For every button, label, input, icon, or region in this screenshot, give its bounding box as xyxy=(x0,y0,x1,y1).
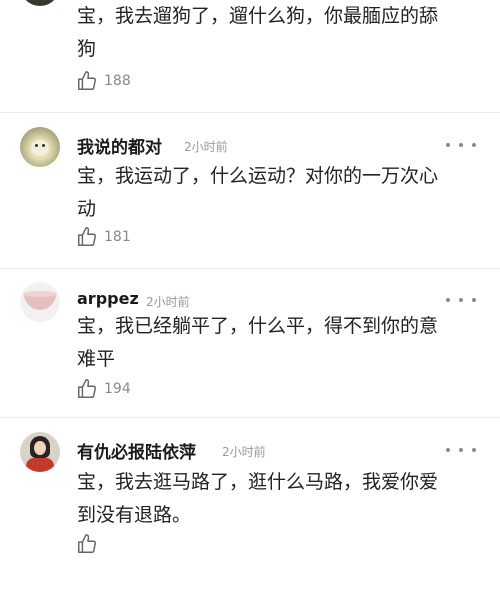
comment-text-line2: 狗 xyxy=(77,38,97,60)
like-count: 181 xyxy=(104,229,131,245)
like-button[interactable]: 181 xyxy=(76,225,131,249)
comment-text-line2: 动 xyxy=(77,198,97,220)
like-count: 194 xyxy=(104,381,131,397)
like-button[interactable]: 188 xyxy=(76,69,131,93)
divider xyxy=(0,112,500,113)
comment-username[interactable]: 我说的都对 xyxy=(77,133,162,158)
like-button[interactable] xyxy=(76,532,104,556)
avatar[interactable] xyxy=(20,432,60,472)
thumbs-up-icon xyxy=(78,534,97,553)
comment-item: 我说的都对 2小时前 宝，我运动了，什么运动？对你的一万次心动 181 xyxy=(0,127,500,287)
avatar-bowl-rim xyxy=(23,291,57,297)
avatar-face xyxy=(34,441,46,455)
comment-text-line1: 宝，我已经躺平了，什么平，得不到你的意 xyxy=(77,315,439,337)
avatar-eye xyxy=(35,144,38,147)
avatar[interactable] xyxy=(20,0,60,6)
comment-item: 有仇必报陆依萍 2小时前 宝，我去逛马路了，逛什么马路，我爱你爱 到没有退路。 xyxy=(0,432,500,592)
more-dots-icon xyxy=(446,448,450,452)
comment-username[interactable]: 有仇必报陆依萍 xyxy=(77,438,196,463)
comment-text-line1: 宝，我去遛狗了，遛什么狗，你最腼应的舔 xyxy=(77,5,439,27)
avatar-dog-face xyxy=(31,140,49,156)
comment-time: 2小时前 xyxy=(222,445,266,459)
avatar-clothes xyxy=(26,458,54,472)
divider xyxy=(0,417,500,418)
avatar[interactable] xyxy=(20,127,60,167)
avatar-eye xyxy=(42,144,45,147)
divider xyxy=(0,268,500,269)
comment-text-line1: 宝，我运动了，什么运动？对你的一万次心 xyxy=(77,165,439,187)
avatar[interactable] xyxy=(20,282,60,322)
comment-item: 宝，我去遛狗了，遛什么狗，你最腼应的舔狗 188 xyxy=(0,0,500,126)
comment-text: 宝，我去遛狗了，遛什么狗，你最腼应的舔狗 xyxy=(77,0,477,66)
more-dots-icon xyxy=(446,298,450,302)
comment-text: 宝，我运动了，什么运动？对你的一万次心动 xyxy=(77,160,477,226)
thumbs-up-icon xyxy=(78,71,97,90)
more-options-button[interactable] xyxy=(446,444,476,456)
comment-time: 2小时前 xyxy=(184,140,228,154)
more-options-button[interactable] xyxy=(446,294,476,306)
like-button[interactable]: 194 xyxy=(76,377,131,401)
comment-text-line1: 宝，我去逛马路了，逛什么马路，我爱你爱 xyxy=(77,471,439,493)
thumbs-up-icon xyxy=(78,227,97,246)
more-dots-icon xyxy=(446,143,450,147)
like-count: 188 xyxy=(104,73,131,89)
comment-text: 宝，我已经躺平了，什么平，得不到你的意 难平 xyxy=(77,310,477,376)
comment-time: 2小时前 xyxy=(146,295,190,309)
comment-text-line2: 到没有退路。 xyxy=(77,504,192,526)
thumbs-up-icon xyxy=(78,379,97,398)
comment-text: 宝，我去逛马路了，逛什么马路，我爱你爱 到没有退路。 xyxy=(77,466,477,532)
comment-item: arppez 2小时前 宝，我已经躺平了，什么平，得不到你的意 难平 194 xyxy=(0,282,500,442)
comment-text-line2: 难平 xyxy=(77,348,116,370)
comment-username[interactable]: arppez xyxy=(77,289,139,308)
more-options-button[interactable] xyxy=(446,139,476,151)
